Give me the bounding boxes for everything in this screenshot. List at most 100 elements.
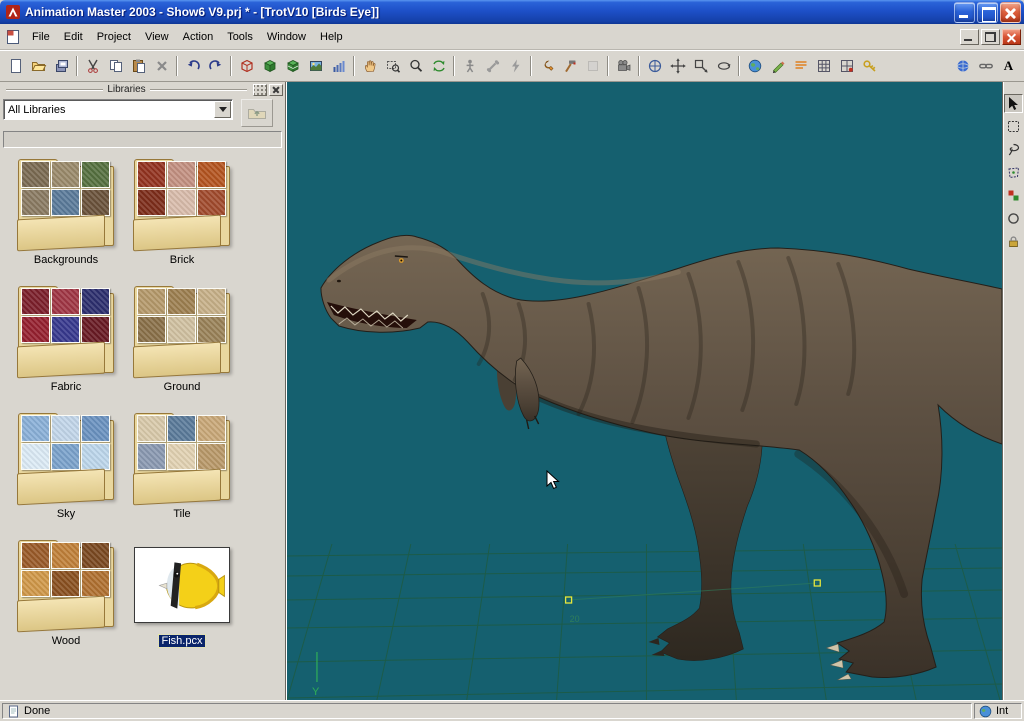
folder-up-button[interactable] (241, 99, 273, 127)
folder-front (133, 469, 221, 506)
progressive-render-button[interactable] (327, 55, 350, 77)
texture-thumb (21, 415, 50, 442)
setup-tools-button[interactable] (535, 55, 558, 77)
texture-thumb (167, 443, 196, 470)
patch-select-tool-button[interactable] (1004, 163, 1023, 182)
menu-item[interactable]: Help (313, 28, 350, 46)
translate-button[interactable] (666, 55, 689, 77)
library-item[interactable]: Tile (124, 412, 240, 520)
key-button[interactable] (858, 55, 881, 77)
child-minimize-button[interactable] (960, 29, 979, 45)
texture-thumb (197, 443, 226, 470)
library-item[interactable]: Fabric (8, 285, 124, 393)
save-all-button[interactable] (50, 55, 73, 77)
dynamic-mode-button[interactable] (504, 55, 527, 77)
texture-thumb (21, 443, 50, 470)
shaded-wireframe-mode-button[interactable] (281, 55, 304, 77)
viewport[interactable]: 20 Y (286, 82, 1002, 700)
child-restore-button[interactable] (981, 29, 1000, 45)
grid-label: 20 (570, 614, 580, 624)
trex-pupil (400, 260, 402, 262)
library-item[interactable]: Ground (124, 285, 240, 393)
shaded-mode-button[interactable] (258, 55, 281, 77)
zoom-section-button[interactable] (381, 55, 404, 77)
snap-grid-button[interactable] (835, 55, 858, 77)
toolbar-separator (230, 56, 232, 76)
maximize-button[interactable] (977, 2, 998, 23)
render-icon (308, 58, 324, 74)
chevron-down-icon[interactable] (214, 101, 231, 118)
simulate-button[interactable] (558, 55, 581, 77)
wireframe-mode-button[interactable] (235, 55, 258, 77)
link-button[interactable] (974, 55, 997, 77)
draw-button[interactable] (766, 55, 789, 77)
texture-thumb (197, 415, 226, 442)
panel-grip-button[interactable] (253, 84, 267, 96)
library-item[interactable]: Backgrounds (8, 158, 124, 266)
font-format-button[interactable] (789, 55, 812, 77)
menu-item[interactable]: Action (176, 28, 221, 46)
library-filter-value: All Libraries (4, 104, 213, 116)
library-panel: Libraries All Libraries (0, 82, 286, 700)
delete-button[interactable] (150, 55, 173, 77)
scale-button[interactable] (689, 55, 712, 77)
menu-item[interactable]: Window (260, 28, 313, 46)
lock-tool-button[interactable] (1004, 232, 1023, 251)
library-item[interactable]: Brick (124, 158, 240, 266)
skeletal-mode-button[interactable] (458, 55, 481, 77)
texture-thumb (137, 288, 166, 315)
bound-select-tool-button[interactable] (1004, 117, 1023, 136)
undo-button[interactable] (181, 55, 204, 77)
menu-bar: File Edit Project View Action Tools Wind… (0, 24, 1024, 50)
turn-button[interactable] (427, 55, 450, 77)
close-button[interactable] (1000, 2, 1021, 23)
menu-item[interactable]: Tools (220, 28, 260, 46)
open-button[interactable] (27, 55, 50, 77)
panel-close-button[interactable] (269, 84, 283, 96)
library-filter-combo[interactable]: All Libraries (3, 99, 233, 120)
turn-icon (431, 58, 447, 74)
pan-button[interactable] (358, 55, 381, 77)
library-item[interactable]: Fish.pcx (124, 539, 240, 647)
texture-thumb (137, 443, 166, 470)
muscle-mode-button[interactable] (481, 55, 504, 77)
render-preview-button[interactable] (304, 55, 327, 77)
toolbar-separator (530, 56, 532, 76)
navigate-button[interactable] (643, 55, 666, 77)
library-item[interactable]: Sky (8, 412, 124, 520)
zoom-button[interactable] (404, 55, 427, 77)
projector-button[interactable] (612, 55, 635, 77)
cut-icon (85, 58, 101, 74)
plugin-button[interactable] (581, 55, 604, 77)
library-globe-button[interactable] (951, 55, 974, 77)
select-tool-button[interactable] (1004, 94, 1023, 113)
menu-item[interactable]: View (138, 28, 176, 46)
group-paint-tool-button[interactable] (1004, 186, 1023, 205)
paste-button[interactable] (127, 55, 150, 77)
marquee-icon (1006, 119, 1021, 134)
child-close-button[interactable] (1002, 29, 1021, 45)
world-button[interactable] (743, 55, 766, 77)
window-title: Animation Master 2003 - Show6 V9.prj * -… (25, 5, 952, 19)
grid-button[interactable] (812, 55, 835, 77)
ring-select-tool-button[interactable] (1004, 209, 1023, 228)
texture-thumb (81, 443, 110, 470)
open-folder-icon (31, 58, 47, 74)
title-bar: Animation Master 2003 - Show6 V9.prj * -… (0, 0, 1024, 24)
rotate-button[interactable] (712, 55, 735, 77)
lasso-tool-button[interactable] (1004, 140, 1023, 159)
menu-item[interactable]: Edit (57, 28, 90, 46)
redo-button[interactable] (204, 55, 227, 77)
copy-button[interactable] (104, 55, 127, 77)
texture-thumb (81, 288, 110, 315)
folder-front (133, 215, 221, 252)
library-item[interactable]: Wood (8, 539, 124, 647)
new-button[interactable] (4, 55, 27, 77)
font-a-button[interactable]: A (997, 55, 1020, 77)
menu-item[interactable]: Project (90, 28, 138, 46)
library-item-icon (16, 285, 116, 377)
menu-item[interactable]: File (25, 28, 57, 46)
trex-far-foot-claws (648, 638, 664, 656)
minimize-button[interactable] (954, 2, 975, 23)
cut-button[interactable] (81, 55, 104, 77)
